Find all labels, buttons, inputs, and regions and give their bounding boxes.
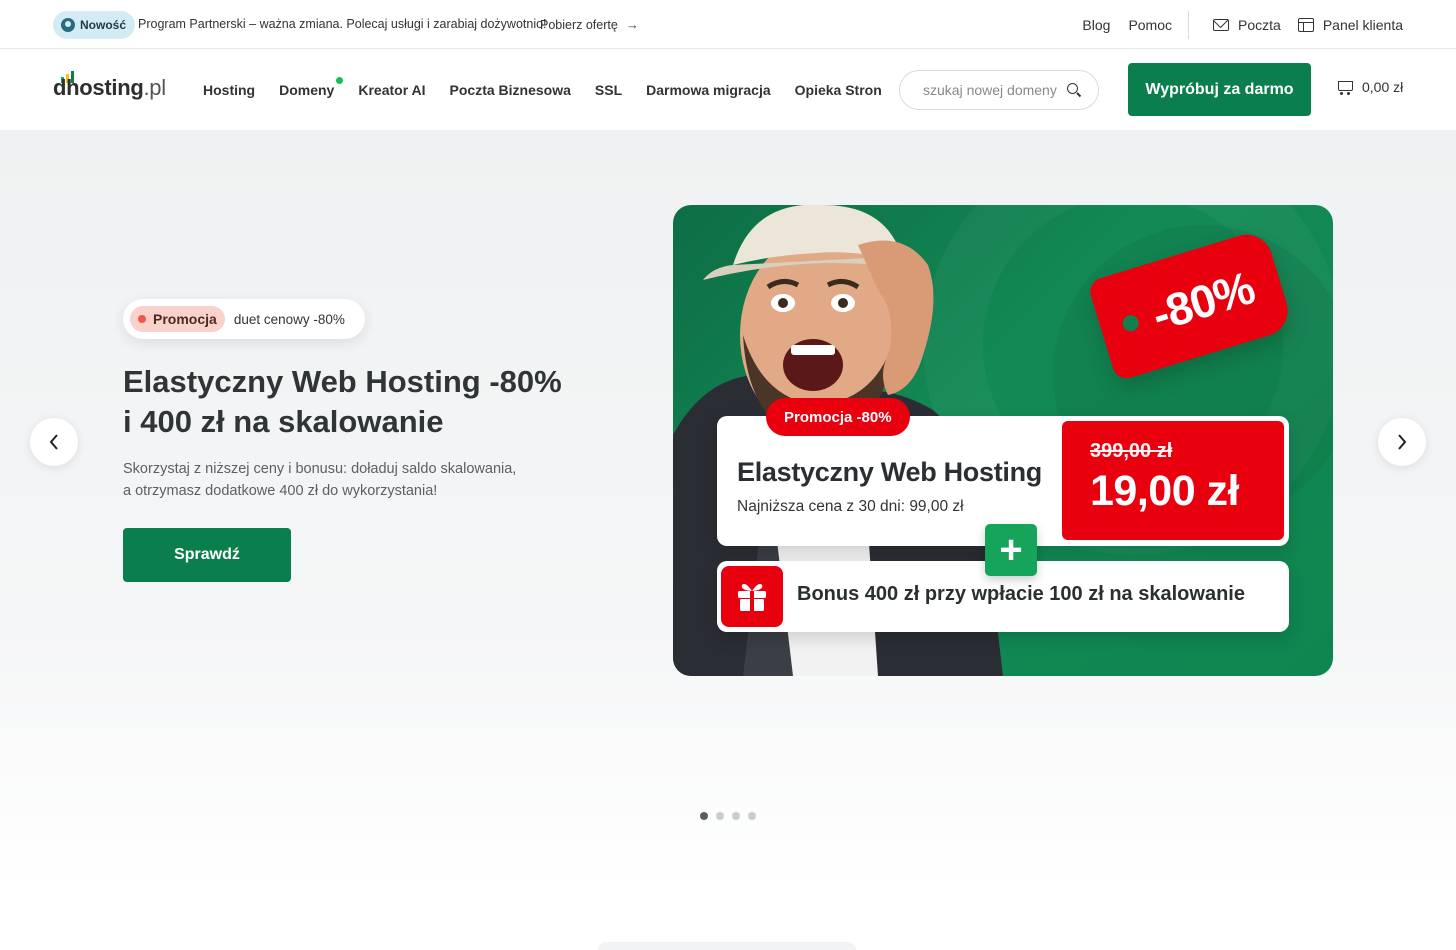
old-price: 399,00 zł: [1090, 440, 1173, 462]
nav-domains[interactable]: Domeny: [279, 76, 344, 98]
nav-business-mail[interactable]: Poczta Biznesowa: [450, 82, 571, 98]
divider: [1188, 10, 1190, 39]
slider-dot[interactable]: [716, 812, 724, 820]
promo-pill: Promocja duet cenowy -80%: [123, 299, 365, 339]
domain-search: [899, 70, 1099, 110]
check-button[interactable]: Sprawdź: [123, 528, 291, 582]
nav-ssl[interactable]: SSL: [595, 82, 622, 98]
slider-dot[interactable]: [700, 812, 708, 820]
gift-icon: [738, 583, 766, 611]
announcement-text: Program Partnerski – ważna zmiana. Polec…: [138, 17, 547, 31]
mail-icon: [1213, 18, 1230, 31]
domain-search-input[interactable]: [923, 82, 1057, 98]
slider-dots: [700, 812, 756, 820]
promo-dot-icon: [138, 315, 146, 323]
new-indicator-dot: [336, 76, 344, 84]
hero-title-line2: i 400 zł na skalowanie: [123, 404, 444, 439]
logo[interactable]: dhosting.pl: [53, 75, 166, 101]
top-links: Blog Pomoc Poczta Panel klienta: [1064, 0, 1403, 49]
new-badge-label: Nowość: [80, 18, 127, 32]
slider-dot[interactable]: [748, 812, 756, 820]
nav-hosting[interactable]: Hosting: [203, 82, 255, 98]
cart-icon: [1335, 79, 1353, 95]
cart-button[interactable]: 0,00 zł: [1335, 79, 1403, 95]
tag-hole: [1120, 313, 1141, 334]
download-offer-label: Pobierz ofertę: [540, 17, 618, 32]
nav-ai-builder[interactable]: Kreator AI: [358, 82, 425, 98]
top-bar: Nowość Program Partnerski – ważna zmiana…: [0, 0, 1456, 49]
hero-description: Skorzystaj z niższej ceny i bonusu: doła…: [123, 458, 583, 502]
client-panel-link[interactable]: Panel klienta: [1297, 16, 1403, 33]
hero-title-line1: Elastyczny Web Hosting -80%: [123, 364, 562, 399]
nav-free-migration[interactable]: Darmowa migracja: [646, 82, 771, 98]
discount-tag-label: -80%: [1145, 261, 1260, 342]
mail-link-label: Poczta: [1238, 16, 1281, 33]
slider-next-button[interactable]: [1378, 418, 1426, 466]
help-link[interactable]: Pomoc: [1128, 17, 1172, 33]
try-free-button[interactable]: Wypróbuj za darmo: [1128, 63, 1311, 116]
client-panel-label: Panel klienta: [1322, 16, 1403, 33]
offer-lowest-price: Najniższa cena z 30 dni: 99,00 zł: [737, 498, 964, 515]
cart-total: 0,00 zł: [1362, 79, 1404, 95]
slider-dot[interactable]: [732, 812, 740, 820]
gift-icon-box: [721, 566, 783, 627]
new-price: 19,00 zł: [1090, 467, 1240, 515]
arrow-right-icon: →: [625, 17, 639, 32]
promo-tag: Promocja: [130, 306, 225, 332]
hero-title: Elastyczny Web Hosting -80% i 400 zł na …: [123, 362, 593, 442]
plus-icon: +: [985, 524, 1037, 576]
mail-link[interactable]: Poczta: [1213, 17, 1281, 33]
search-icon[interactable]: [1067, 83, 1081, 97]
slider-prev-button[interactable]: [30, 418, 78, 466]
hero-slider: Promocja duet cenowy -80% Elastyczny Web…: [0, 130, 1456, 950]
nav-site-care[interactable]: Opieka Stron: [795, 82, 882, 98]
promo-tag-label: Promocja: [153, 311, 217, 327]
next-section-tab: [598, 942, 856, 950]
logo-tld: .pl: [143, 75, 166, 100]
main-nav: Hosting Domeny Kreator AI Poczta Bizneso…: [203, 49, 882, 130]
main-header: dhosting.pl Hosting Domeny Kreator AI Po…: [0, 49, 1456, 130]
download-offer-link[interactable]: Pobierz ofertę →: [540, 17, 639, 32]
promo-subtitle: duet cenowy -80%: [233, 311, 345, 327]
promo-banner[interactable]: -80% Promocja -80% Elastyczny Web Hostin…: [673, 205, 1333, 676]
chevron-right-icon: [1398, 434, 1407, 450]
offer-title: Elastyczny Web Hosting: [737, 457, 1042, 487]
nav-domains-label: Domeny: [279, 81, 335, 98]
logo-name: dhosting: [53, 75, 144, 100]
blog-link[interactable]: Blog: [1082, 17, 1110, 33]
hero-description-line1: Skorzystaj z niższej ceny i bonusu: doła…: [123, 461, 517, 477]
panel-icon: [1297, 17, 1314, 32]
new-badge[interactable]: Nowość: [53, 11, 136, 39]
hero-description-line2: a otrzymasz dodatkowe 400 zł do wykorzys…: [123, 483, 438, 499]
bonus-text: Bonus 400 zł przy wpłacie 100 zł na skal…: [797, 583, 1245, 605]
user-icon: [61, 18, 75, 32]
chevron-left-icon: [49, 434, 58, 450]
banner-promo-badge: Promocja -80%: [766, 398, 910, 436]
